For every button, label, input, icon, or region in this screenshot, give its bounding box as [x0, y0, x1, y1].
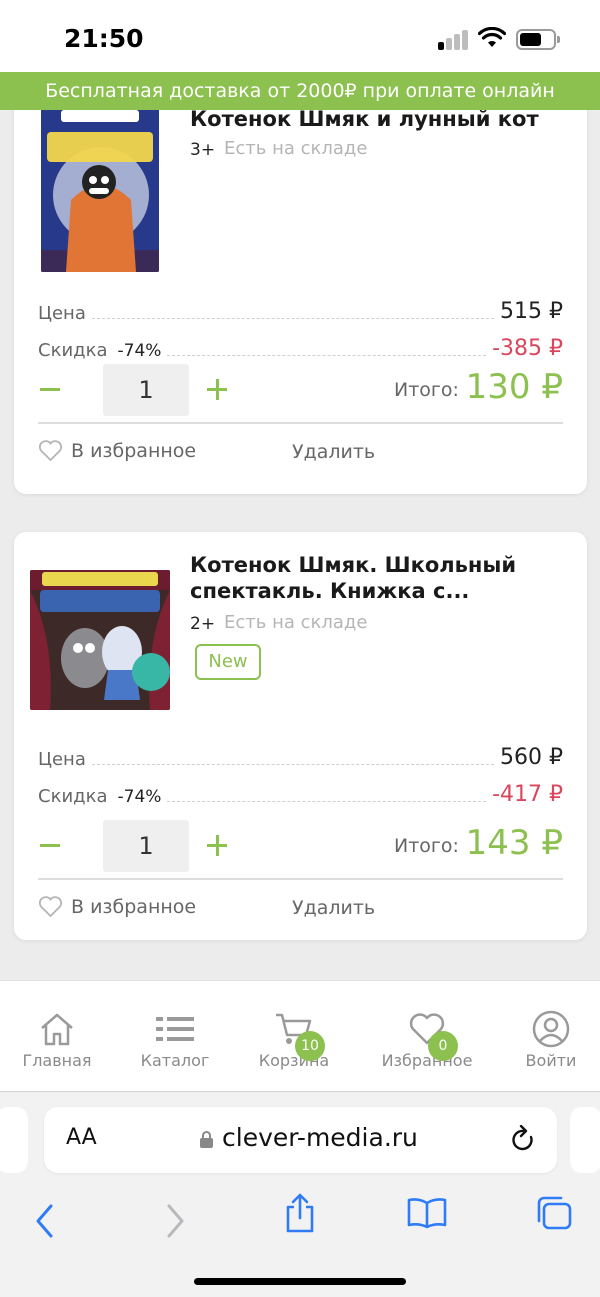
discount-row: Скидка -74% -385 ₽	[38, 335, 563, 361]
nav-label-catalog: Каталог	[140, 1051, 210, 1070]
user-icon	[532, 1010, 570, 1048]
nav-label-favorites: Избранное	[381, 1051, 473, 1070]
product-title[interactable]: Котенок Шмяк. Школьный спектакль. Книжка…	[190, 552, 560, 604]
book-cover-image[interactable]	[41, 110, 159, 272]
stock-status: Есть на складе	[224, 138, 368, 159]
nav-label-login: Войти	[525, 1051, 577, 1070]
quantity-field[interactable]: 1	[103, 364, 189, 416]
quantity-stepper: 1	[38, 820, 227, 872]
cart-count-badge: 10	[295, 1031, 325, 1061]
price-row: Цена 515 ₽	[38, 298, 563, 324]
book-cover-image[interactable]	[30, 570, 170, 710]
tabs-icon[interactable]	[535, 1195, 573, 1231]
favorites-label: В избранное	[71, 440, 197, 462]
favorites-label: В избранное	[71, 896, 197, 918]
remove-item-button[interactable]: Удалить	[292, 897, 375, 919]
dotted-leader	[167, 801, 487, 802]
nav-item-favorites[interactable]: 0 Избранное	[372, 1009, 482, 1070]
nav-item-cart[interactable]: 10 Корзина	[239, 1009, 349, 1070]
discount-percent: -74%	[117, 787, 162, 807]
dotted-leader	[91, 318, 495, 319]
divider	[38, 878, 563, 880]
status-bar: 21:50	[0, 0, 600, 72]
signal-icon	[438, 30, 470, 50]
dotted-leader	[167, 355, 487, 356]
battery-icon	[516, 29, 560, 50]
list-icon	[156, 1017, 194, 1041]
nav-item-home[interactable]: Главная	[2, 1009, 112, 1070]
back-icon[interactable]	[34, 1203, 56, 1239]
remove-item-button[interactable]: Удалить	[292, 441, 375, 463]
discount-value: -385 ₽	[492, 336, 563, 361]
add-to-favorites-button[interactable]: В избранное	[38, 440, 196, 462]
text-size-button[interactable]: AA	[66, 1125, 97, 1150]
nav-label-home: Главная	[22, 1051, 92, 1070]
increase-quantity-button[interactable]	[205, 826, 229, 866]
age-rating: 3+	[190, 140, 216, 160]
status-time: 21:50	[64, 24, 144, 53]
previous-tab-preview[interactable]	[0, 1107, 28, 1173]
home-indicator[interactable]	[194, 1278, 406, 1285]
address-bar[interactable]: AA clever-media.ru	[44, 1107, 557, 1173]
decrease-quantity-button[interactable]	[38, 370, 62, 410]
bookmarks-icon[interactable]	[407, 1197, 447, 1229]
quantity-field[interactable]: 1	[103, 820, 189, 872]
product-title[interactable]: Котенок Шмяк и лунный кот	[190, 110, 560, 132]
heart-outline-icon	[38, 440, 63, 462]
discount-label: Скидка	[38, 340, 108, 361]
discount-label: Скидка	[38, 786, 108, 807]
dotted-leader	[91, 764, 495, 765]
share-icon[interactable]	[284, 1193, 316, 1233]
total-label: Итого:	[394, 379, 459, 401]
price-label: Цена	[38, 303, 86, 324]
url-text[interactable]: clever-media.ru	[222, 1123, 418, 1152]
lock-icon	[200, 1131, 213, 1148]
price-value: 560 ₽	[500, 745, 563, 770]
nav-item-login[interactable]: Войти	[496, 1009, 600, 1070]
discount-row: Скидка -74% -417 ₽	[38, 781, 563, 807]
wifi-icon	[478, 27, 506, 47]
price-row: Цена 560 ₽	[38, 744, 563, 770]
cart-list: Котенок Шмяк и лунный кот 3+ Есть на скл…	[0, 110, 600, 980]
heart-outline-icon	[38, 896, 63, 918]
cart-item: Котенок Шмяк. Школьный спектакль. Книжка…	[14, 532, 587, 940]
reload-icon[interactable]	[509, 1125, 537, 1155]
discount-value: -417 ₽	[492, 782, 563, 807]
divider	[38, 422, 563, 424]
price-value: 515 ₽	[500, 299, 563, 324]
add-to-favorites-button[interactable]: В избранное	[38, 896, 196, 918]
price-label: Цена	[38, 749, 86, 770]
increase-quantity-button[interactable]	[205, 370, 229, 410]
forward-icon[interactable]	[164, 1203, 186, 1239]
bottom-nav: Главная Каталог 10 Корзина 0 Избранное В…	[0, 980, 600, 1092]
total-label: Итого:	[394, 835, 459, 857]
nav-item-catalog[interactable]: Каталог	[120, 1009, 230, 1070]
stock-status: Есть на складе	[224, 612, 368, 633]
decrease-quantity-button[interactable]	[38, 826, 62, 866]
cart-item: Котенок Шмяк и лунный кот 3+ Есть на скл…	[14, 110, 587, 494]
total-value: 143 ₽	[465, 823, 563, 863]
nav-label-cart: Корзина	[258, 1051, 330, 1070]
browser-toolbar: AA clever-media.ru	[0, 1093, 600, 1297]
favorites-count-badge: 0	[428, 1031, 458, 1061]
promo-banner[interactable]: Бесплатная доставка от 2000₽ при оплате …	[0, 72, 600, 110]
age-rating: 2+	[190, 614, 216, 634]
next-tab-preview[interactable]	[570, 1107, 600, 1173]
total-value: 130 ₽	[465, 367, 563, 407]
discount-percent: -74%	[117, 341, 162, 361]
new-badge: New	[195, 644, 261, 680]
home-icon	[41, 1013, 73, 1046]
quantity-stepper: 1	[38, 364, 227, 416]
